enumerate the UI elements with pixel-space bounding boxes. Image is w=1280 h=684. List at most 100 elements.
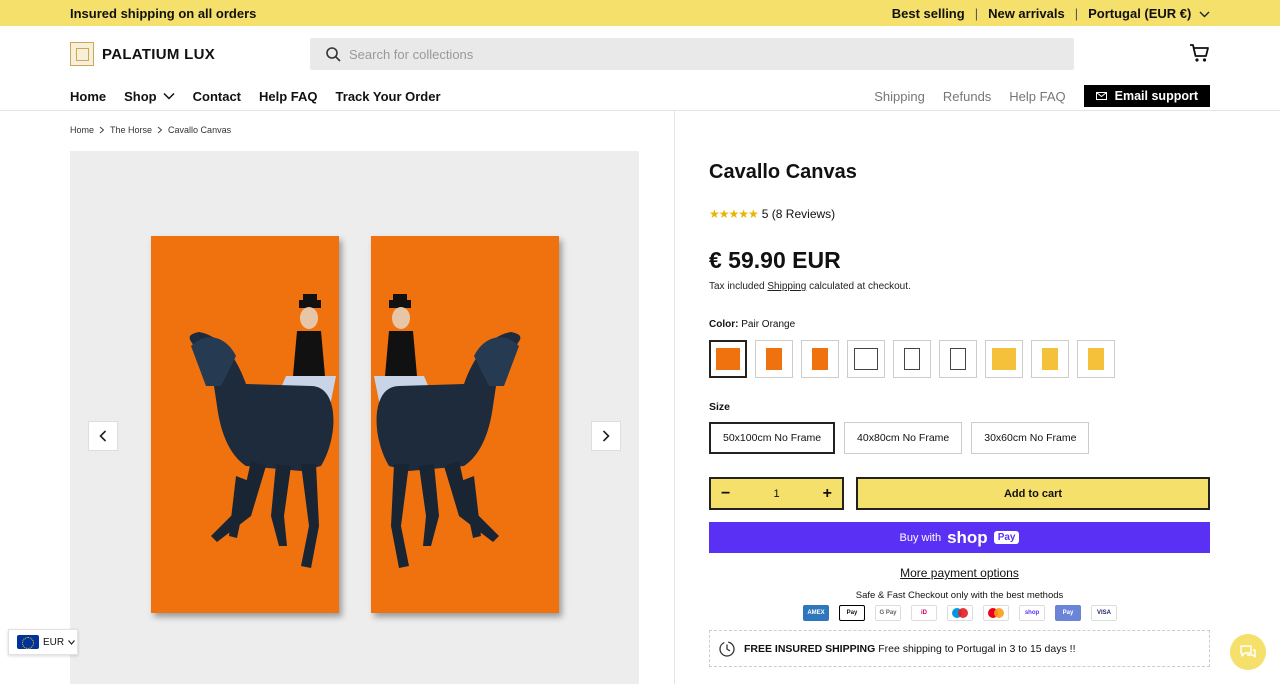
gallery-next-button[interactable] (591, 421, 621, 451)
chevron-right-icon (99, 126, 105, 134)
site-header: PALATIUM LUX (0, 26, 1280, 82)
product-image-left-panel (151, 236, 339, 613)
apple-pay-icon: Pay (839, 605, 865, 621)
chat-icon (1240, 645, 1256, 658)
nav-right: Shipping Refunds Help FAQ Email support (874, 85, 1210, 107)
color-option-label: Color: Pair Orange (709, 319, 795, 330)
color-value: Pair Orange (741, 319, 796, 330)
nav-left: Home Shop Contact Help FAQ Track Your Or… (70, 89, 441, 104)
free-shipping-detail: Free shipping to Portugal in 3 to 15 day… (875, 642, 1076, 655)
color-label: Color: (709, 319, 739, 330)
email-support-label: Email support (1114, 89, 1198, 103)
google-pay-icon: G Pay (875, 605, 901, 621)
country-selector[interactable]: Portugal (EUR €) (1088, 6, 1210, 21)
product-title: Cavallo Canvas (709, 161, 857, 183)
swatch-thumbnail (812, 348, 828, 370)
search-bar[interactable] (310, 38, 1074, 70)
color-swatch[interactable] (847, 340, 885, 378)
shop-pay-button[interactable]: Buy with shop Pay (709, 522, 1210, 553)
size-option-50x100[interactable]: 50x100cm No Frame (709, 422, 836, 454)
samsung-pay-icon: Pay (1055, 605, 1081, 621)
breadcrumb-home[interactable]: Home (70, 125, 94, 135)
announcement-links: Best selling | New arrivals | Portugal (… (892, 6, 1210, 21)
chevron-right-icon (602, 430, 610, 442)
product-price: € 59.90 EUR (709, 247, 841, 273)
color-swatch[interactable] (709, 340, 747, 378)
quantity-value[interactable]: 1 (773, 488, 779, 500)
country-label: Portugal (EUR €) (1088, 5, 1192, 21)
add-to-cart-button[interactable]: Add to cart (856, 477, 1210, 510)
cart-icon[interactable] (1188, 42, 1210, 64)
chat-button[interactable] (1230, 634, 1266, 670)
chevron-right-icon (157, 126, 163, 134)
swatch-thumbnail (992, 348, 1016, 370)
logo-mark-icon (70, 42, 94, 66)
breadcrumb-collection[interactable]: The Horse (110, 125, 152, 135)
nav-refunds[interactable]: Refunds (943, 89, 991, 104)
nav-track-order[interactable]: Track Your Order (336, 89, 441, 104)
mastercard-icon (983, 605, 1009, 621)
ideal-icon: iD (911, 605, 937, 621)
increase-quantity-button[interactable]: + (823, 485, 832, 503)
search-icon[interactable] (326, 46, 341, 62)
payment-methods: AMEX Pay G Pay iD shop Pay VISA (803, 605, 1117, 621)
chevron-down-icon (68, 639, 76, 645)
nav-home[interactable]: Home (70, 89, 106, 104)
maestro-icon (947, 605, 973, 621)
new-arrivals-link[interactable]: New arrivals (988, 6, 1065, 21)
free-shipping-text: FREE INSURED SHIPPING Free shipping to P… (744, 643, 1075, 655)
swatch-thumbnail (766, 348, 782, 370)
horse-rider-illustration (371, 236, 559, 613)
logo[interactable]: PALATIUM LUX (70, 42, 215, 66)
swatch-thumbnail (950, 348, 966, 370)
email-support-button[interactable]: Email support (1083, 85, 1210, 107)
swatch-thumbnail (904, 348, 920, 370)
color-swatch[interactable] (755, 340, 793, 378)
nav-help-faq[interactable]: Help FAQ (259, 89, 318, 104)
buy-with-label: Buy with (899, 531, 942, 544)
tax-suffix: calculated at checkout. (806, 281, 911, 292)
pay-badge: Pay (993, 531, 1020, 544)
nav-help-faq-secondary[interactable]: Help FAQ (1009, 89, 1065, 104)
column-divider (674, 111, 675, 684)
visa-icon: VISA (1091, 605, 1117, 621)
color-swatch[interactable] (939, 340, 977, 378)
nav-shipping[interactable]: Shipping (874, 89, 925, 104)
size-option-40x80[interactable]: 40x80cm No Frame (844, 422, 963, 454)
color-swatch[interactable] (801, 340, 839, 378)
product-rating[interactable]: ★★★★★ 5 (8 Reviews) (709, 207, 835, 221)
separator: | (974, 5, 979, 21)
chevron-down-icon (1199, 11, 1210, 17)
product-gallery (70, 151, 639, 684)
horse-rider-illustration (151, 236, 339, 613)
color-swatch[interactable] (1077, 340, 1115, 378)
shipping-link[interactable]: Shipping (767, 281, 806, 292)
color-swatch[interactable] (985, 340, 1023, 378)
tax-note: Tax included Shipping calculated at chec… (709, 281, 911, 292)
color-swatch[interactable] (1031, 340, 1069, 378)
rating-text: 5 (8 Reviews) (761, 207, 836, 221)
nav-shop[interactable]: Shop (124, 89, 175, 104)
swatch-thumbnail (716, 348, 740, 370)
logo-text: PALATIUM LUX (102, 45, 216, 63)
free-shipping-heading: FREE INSURED SHIPPING (744, 642, 876, 655)
swatch-thumbnail (1042, 348, 1058, 370)
safe-checkout-text: Safe & Fast Checkout only with the best … (855, 590, 1064, 601)
swatch-thumbnail (1088, 348, 1104, 370)
mail-icon (1095, 92, 1107, 100)
eu-flag-icon (17, 635, 39, 649)
gallery-prev-button[interactable] (88, 421, 118, 451)
search-input[interactable] (349, 46, 949, 62)
decrease-quantity-button[interactable]: − (721, 485, 730, 503)
best-selling-link[interactable]: Best selling (892, 6, 965, 21)
size-option-30x60[interactable]: 30x60cm No Frame (971, 422, 1090, 454)
currency-selector[interactable]: EUR (8, 629, 78, 655)
free-shipping-banner: FREE INSURED SHIPPING Free shipping to P… (709, 630, 1210, 667)
nav-contact[interactable]: Contact (193, 89, 241, 104)
amex-icon: AMEX (803, 605, 829, 621)
color-swatch[interactable] (893, 340, 931, 378)
product-page: Home The Horse Cavallo Canvas Cavallo Ca… (0, 111, 1280, 684)
more-payment-options-link[interactable]: More payment options (709, 566, 1210, 580)
color-swatches (709, 340, 1115, 378)
nav-shop-label: Shop (124, 88, 157, 104)
